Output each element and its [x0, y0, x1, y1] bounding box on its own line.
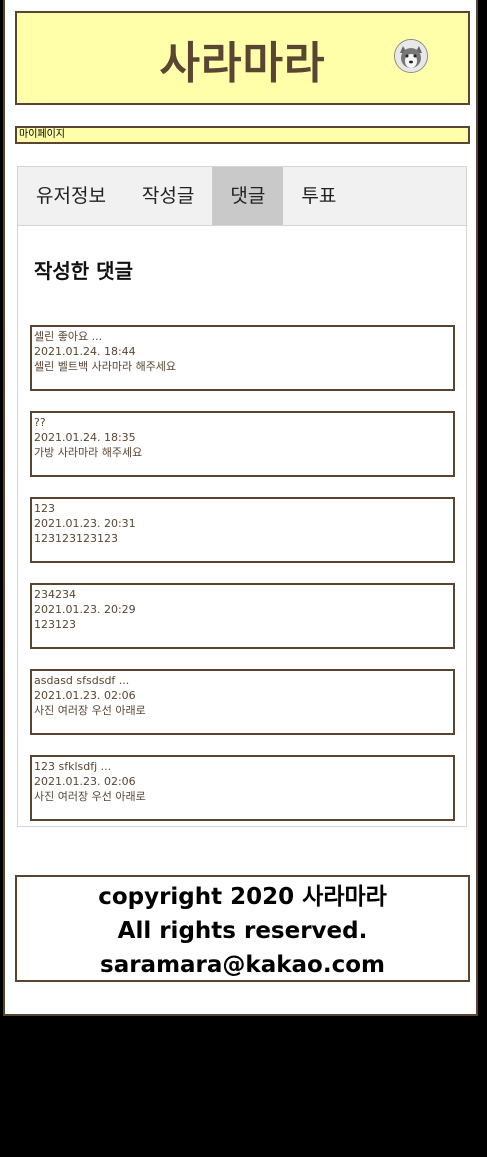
comment-text: 사진 여러장 우선 아래로	[34, 704, 146, 717]
comment-post-title: 123 sfklsdfj ...	[34, 760, 112, 773]
comment-item[interactable]: 123 2021.01.23. 20:31 123123123123	[30, 497, 455, 563]
comment-text: 123123	[34, 618, 76, 631]
section-title: 작성한 댓글	[34, 259, 133, 283]
tab-bar: 유저정보 작성글 댓글 투표	[18, 167, 466, 226]
comment-item[interactable]: 셀린 좋아요 ... 2021.01.24. 18:44 셀린 벨트백 사라마라…	[30, 325, 455, 391]
comment-post-title: 123	[34, 502, 55, 515]
comment-list: 셀린 좋아요 ... 2021.01.24. 18:44 셀린 벨트백 사라마라…	[30, 325, 455, 841]
comment-post-title: ??	[34, 416, 46, 429]
breadcrumb: 마이페이지	[15, 126, 470, 144]
comment-item[interactable]: 234234 2021.01.23. 20:29 123123	[30, 583, 455, 649]
comment-post-title: 234234	[34, 588, 76, 601]
comment-text: 123123123123	[34, 532, 118, 545]
site-header: 사라마라	[15, 11, 470, 105]
comment-item[interactable]: 123 sfklsdfj ... 2021.01.23. 02:06 사진 여러…	[30, 755, 455, 821]
tab-votes[interactable]: 투표	[283, 167, 354, 225]
comment-date: 2021.01.24. 18:44	[34, 345, 136, 358]
comment-date: 2021.01.23. 20:31	[34, 517, 136, 530]
comment-text: 사진 여러장 우선 아래로	[34, 790, 146, 803]
husky-avatar-icon[interactable]	[394, 39, 428, 73]
comment-item[interactable]: asdasd sfsdsdf ... 2021.01.23. 02:06 사진 …	[30, 669, 455, 735]
comment-date: 2021.01.24. 18:35	[34, 431, 136, 444]
comment-date: 2021.01.23. 20:29	[34, 603, 136, 616]
footer-rights: All rights reserved.	[117, 918, 368, 944]
footer-copyright: copyright 2020 사라마라	[98, 884, 387, 910]
comment-text: 가방 사라마라 해주세요	[34, 446, 143, 459]
tab-comments[interactable]: 댓글	[212, 167, 284, 225]
comment-text: 셀린 벨트백 사라마라 해주세요	[34, 360, 177, 373]
comment-date: 2021.01.23. 02:06	[34, 689, 136, 702]
mypage-panel: 유저정보 작성글 댓글 투표 작성한 댓글 셀린 좋아요 ... 2021.01…	[17, 166, 467, 827]
comment-post-title: 셀린 좋아요 ...	[34, 330, 103, 343]
comment-item[interactable]: ?? 2021.01.24. 18:35 가방 사라마라 해주세요	[30, 411, 455, 477]
comment-post-title: asdasd sfsdsdf ...	[34, 674, 130, 687]
site-footer: copyright 2020 사라마라 All rights reserved.…	[15, 875, 470, 982]
footer-email: saramara@kakao.com	[100, 952, 385, 978]
tab-user-info[interactable]: 유저정보	[18, 167, 124, 225]
tab-posts[interactable]: 작성글	[124, 167, 212, 225]
comment-date: 2021.01.23. 02:06	[34, 775, 136, 788]
